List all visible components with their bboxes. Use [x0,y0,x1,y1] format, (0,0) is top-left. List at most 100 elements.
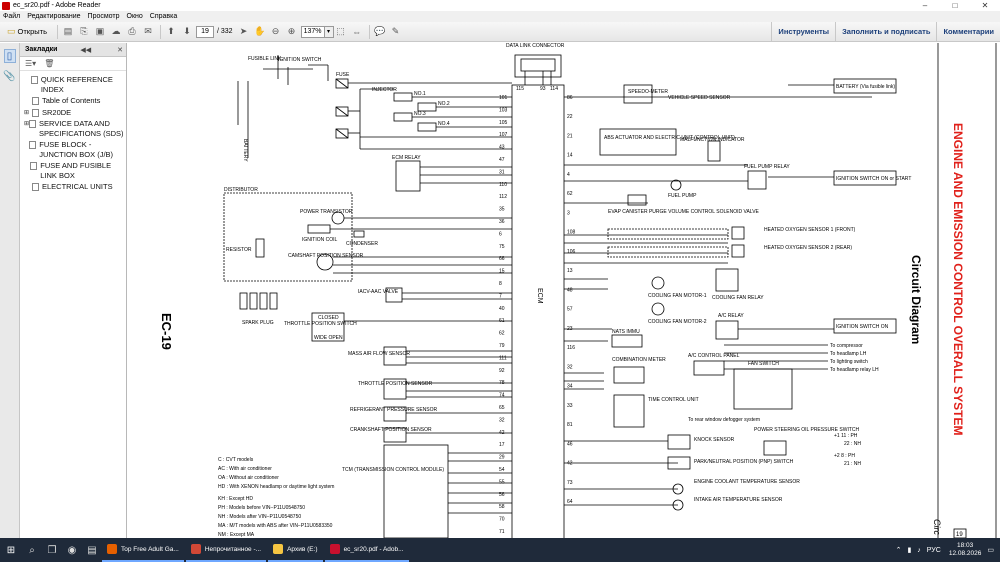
zoom-in-icon[interactable]: ⊕ [285,25,299,39]
bookmark-item[interactable]: ⊞ SR20DE [20,107,126,119]
taskbar-app-adobe[interactable]: ec_sr20.pdf - Adob... [324,538,409,562]
ecm-pin-label: 103 [499,107,508,113]
ecm-pin-label: 29 [499,455,505,461]
menu-window[interactable]: Окно [127,13,143,20]
network-icon[interactable]: ▮ [907,546,911,554]
bookmark-item[interactable]: FUSE BLOCK - JUNCTION BOX (J/B) [20,139,126,160]
label-fusible-link: FUSIBLE LINK [248,56,282,62]
search-icon[interactable]: ⌕ [22,538,42,562]
page-total: / 332 [216,28,233,35]
maximize-button[interactable]: □ [940,1,970,10]
fit-width-icon[interactable]: ⇔ [350,25,364,39]
ecm-pin-label: 3 [567,210,570,216]
label-speedometer: SPEEDO-METER [628,89,668,95]
ecm-pin-label: 78 [499,380,505,386]
task-view-icon[interactable]: ❐ [42,538,62,562]
minimize-button[interactable]: – [910,1,940,10]
tab-comments[interactable]: Комментарии [936,21,1000,42]
ecm-pin-label: 48 [567,287,573,293]
ecm-pin-label: 43 [499,145,505,151]
language-indicator[interactable]: РУС [927,547,941,554]
collapse-panel-icon[interactable]: ◀◀ [80,46,91,54]
fit-page-icon[interactable]: ⬚ [334,25,348,39]
ecm-pin-label: 66 [499,256,505,262]
menu-edit[interactable]: Редактирование [27,13,80,20]
right-tabs: Инструменты Заполнить и подписать Коммен… [771,21,1000,42]
menu-file[interactable]: Файл [3,13,20,20]
ecm-pins-left: 101 103 105 107 43 47 31 110 112 35 36 6 75 66 15 8 7 40 6… [499,95,508,535]
open-button[interactable]: ▭ Открыть [3,25,51,39]
zoom-out-icon[interactable]: ⊖ [269,25,283,39]
page-footer: Circ [932,519,942,535]
select-tool-icon[interactable]: ➤ [237,25,251,39]
sign-icon[interactable]: ✎ [389,25,403,39]
document-view[interactable]: ECM EC-19 ENGINE AND EMISSION CONTROL OV… [128,43,1000,538]
volume-icon[interactable]: ♪ [917,547,921,554]
window-controls: – □ ✕ [910,1,1000,10]
taskbar-app-yandex[interactable]: Непрочитанное -... [185,538,267,562]
legend-item: NH : Models after VIN−P11U0548750 [218,514,301,520]
file-explorer-icon[interactable]: ▤ [82,538,102,562]
taskbar-app-firefox[interactable]: Top Free Adult Ga... [102,538,184,562]
ecm-pin-label: 42 [567,461,573,467]
ecm-pin-label: 23 [567,326,573,332]
taskbar-app-label: Top Free Adult Ga... [121,545,179,553]
tray-chevron-icon[interactable]: ⌃ [896,546,902,554]
create-pdf-icon[interactable]: ▤ [61,25,75,39]
page-number-input[interactable]: 19 [195,25,214,38]
save-icon[interactable]: ▣ [93,25,107,39]
zoom-dropdown-button[interactable]: ▾ [324,25,334,38]
ecm-pin-label: 58 [499,504,505,510]
delete-bookmark-icon[interactable]: 🗑 [44,59,54,68]
bookmark-item[interactable]: QUICK REFERENCE INDEX [20,74,126,95]
windows-start-icon[interactable]: ⊞ [0,538,22,562]
menu-help[interactable]: Справка [150,13,177,20]
menu-view[interactable]: Просмотр [88,13,120,20]
ecm-pin-label: 65 [499,405,505,411]
label-data-link: DATA LINK CONNECTOR [506,43,565,49]
ecm-pin-label: 36 [499,219,505,225]
zoom-input[interactable]: 137% [300,25,325,38]
ecm-pin-label: 14 [567,153,573,159]
taskbar-app-explorer[interactable]: Архив (E:) [268,538,323,562]
notifications-icon[interactable]: ▭ [987,546,994,554]
expand-icon[interactable]: ⊞ [24,109,32,116]
ecm-pin-label: 21 [567,133,573,139]
ecm-pin-label: 111 [499,355,507,361]
tab-fill-sign[interactable]: Заполнить и подписать [835,21,936,42]
bookmark-item[interactable]: ELECTRICAL UNITS [20,181,126,193]
toolbar-separator [368,24,370,39]
label-evap: EVAP CANISTER PURGE VOLUME CONTROL SOLEN… [608,209,760,215]
legend-item: MA : M/T models with ABS after VIN−P11U0… [218,523,333,529]
bookmark-options-icon[interactable]: ☰▾ [25,59,36,68]
previous-page-icon[interactable]: ⬆ [164,25,178,39]
attachments-icon[interactable]: 📎 [3,69,15,83]
bookmark-page-icon [30,76,38,84]
clock[interactable]: 18:03 12.08.2026 [949,542,982,558]
upload-icon[interactable]: ☁ [109,25,123,39]
bookmark-label: SERVICE DATA AND SPECIFICATIONS (SDS) [39,119,124,138]
tab-tools[interactable]: Инструменты [771,21,835,42]
bookmark-item[interactable]: ⊞ SERVICE DATA AND SPECIFICATIONS (SDS) [20,118,126,139]
bookmark-item[interactable]: Table of Contents [20,95,126,107]
label-malfunction: MALFUNCTION INDICATOR [680,137,745,143]
print-icon[interactable]: ⎙ [125,25,139,39]
comment-icon[interactable]: 💬 [373,25,387,39]
side-note-2: 22 : NH [844,441,861,447]
bookmarks-panel-icon[interactable]: ▯ [3,49,16,63]
edge-icon[interactable]: ◉ [62,538,82,562]
label-refrigerant: REFRIGERANT PRESSURE SENSOR [350,407,438,413]
label-to-compressor: To compressor [830,343,863,349]
ecm-pin-label: 105 [499,120,508,126]
window-title: ec_sr20.pdf - Adobe Reader [13,2,101,9]
ecm-pin-label: 75 [499,244,505,250]
combine-icon[interactable]: ⎘ [77,25,91,39]
close-panel-icon[interactable]: ✕ [117,46,123,54]
ecm-pin-label: 74 [499,393,505,399]
email-icon[interactable]: ✉ [141,25,155,39]
label-inj-no1: NO.1 [414,91,426,97]
close-button[interactable]: ✕ [970,1,1000,10]
next-page-icon[interactable]: ⬇ [180,25,194,39]
hand-tool-icon[interactable]: ✋ [253,25,267,39]
bookmark-item[interactable]: FUSE AND FUSIBLE LINK BOX [20,160,126,181]
